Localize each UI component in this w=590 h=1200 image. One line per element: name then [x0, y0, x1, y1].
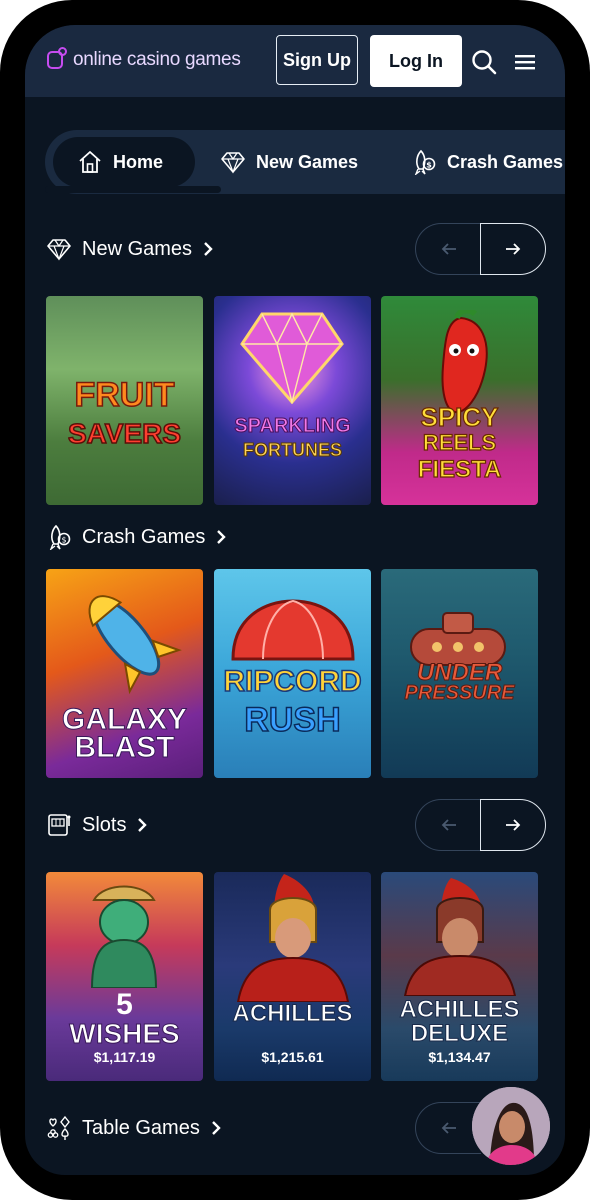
nav-item-label: New Games [256, 151, 359, 172]
game-title: ACHILLES [232, 1000, 353, 1027]
game-title: RUSH [244, 701, 342, 739]
game-card-sparkling-fortunes[interactable]: SPARKLING FORTUNES [214, 296, 371, 505]
search-icon[interactable] [471, 49, 497, 75]
avatar [472, 1087, 550, 1165]
section-header-table-games[interactable]: Table Games [46, 1113, 222, 1143]
nav-item-crash-games[interactable]: $ Crash Games [411, 137, 563, 187]
svg-text:$: $ [426, 161, 432, 170]
section-title: Crash Games [82, 525, 206, 548]
arrow-left-icon [441, 243, 456, 255]
game-title: FIESTA [417, 456, 502, 483]
chevron-right-icon [204, 242, 213, 256]
rocket-coin-icon: $ [49, 524, 71, 550]
game-card-achilles[interactable]: ACHILLES $1,215.61 [214, 872, 371, 1081]
section-header-slots[interactable]: Slots [46, 810, 148, 840]
genie-graphic [90, 885, 158, 988]
sign-up-button[interactable]: Sign Up [276, 35, 358, 85]
log-in-button[interactable]: Log In [370, 35, 462, 87]
section-title: Table Games [82, 1116, 200, 1139]
chevron-right-icon [138, 818, 148, 832]
game-card-fruit-savers[interactable]: FRUIT SAVERS [46, 296, 203, 505]
logo-text: online casino games [73, 49, 241, 70]
site-logo[interactable]: online casino games [47, 47, 241, 73]
card-suits-icon [47, 1115, 70, 1140]
slot-machine-icon [48, 814, 71, 836]
screen: online casino games Sign Up Log In Home [25, 25, 565, 1175]
section-header-new-games[interactable]: New Games [46, 234, 214, 264]
diamond-icon [221, 152, 245, 174]
gem-graphic [240, 312, 344, 404]
category-nav: Home New Games $ Crash Games [45, 130, 565, 194]
diamond-icon [47, 239, 71, 261]
section-header-crash-games[interactable]: $ Crash Games [46, 522, 227, 552]
nav-item-label: Crash Games [447, 151, 564, 172]
nav-item-new-games[interactable]: New Games [220, 137, 358, 187]
game-title: 5 [116, 988, 133, 1021]
arrow-left-icon [441, 1122, 456, 1134]
nav-item-label: Home [113, 151, 164, 172]
jackpot-amount: $1,117.19 [93, 1049, 156, 1065]
carousel-arrows-new-games [415, 223, 546, 275]
chevron-right-icon [217, 530, 227, 544]
jackpot-amount: $1,215.61 [261, 1049, 324, 1065]
arrow-left-icon [441, 819, 456, 831]
game-card-galaxy-blast[interactable]: GALAXY BLAST [46, 569, 203, 778]
carousel-arrows-slots [415, 799, 546, 851]
game-card-5-wishes[interactable]: 5 WISHES $1,117.19 [46, 872, 203, 1081]
carousel-prev-button[interactable] [415, 799, 481, 851]
game-title: SPICY [420, 402, 499, 432]
game-title: WISHES [69, 1018, 180, 1049]
arrow-right-icon [506, 819, 521, 831]
game-card-ripcord-rush[interactable]: RIPCORD RUSH [214, 569, 371, 778]
carousel-next-button[interactable] [480, 223, 546, 275]
support-chat-avatar[interactable] [472, 1087, 550, 1165]
jackpot-amount: $1,134.47 [428, 1049, 491, 1065]
warrior-graphic [403, 878, 517, 996]
game-title: ACHILLES [399, 996, 520, 1023]
game-title: PRESSURE [404, 682, 515, 704]
parachute-graphic [231, 599, 355, 661]
game-card-achilles-deluxe[interactable]: ACHILLES DELUXE $1,134.47 [381, 872, 538, 1081]
arrow-right-icon [506, 243, 521, 255]
game-title: REELS [422, 430, 497, 455]
game-title: RIPCORD [223, 665, 363, 698]
game-title: DELUXE [410, 1020, 509, 1047]
game-card-under-pressure[interactable]: UNDER PRESSURE [381, 569, 538, 778]
game-title: FORTUNES [243, 440, 343, 460]
warrior-graphic [236, 874, 350, 1002]
home-icon [79, 151, 101, 173]
nav-item-home[interactable]: Home [77, 137, 163, 187]
section-title: New Games [82, 237, 193, 260]
hamburger-menu-icon[interactable] [514, 53, 536, 71]
game-title: SAVERS [67, 418, 182, 449]
game-title: FRUIT [74, 376, 176, 414]
rocket-coin-icon: $ [414, 149, 436, 175]
carousel-next-button[interactable] [480, 799, 546, 851]
section-title: Slots [82, 813, 127, 836]
game-card-spicy-reels-fiesta[interactable]: SPICY REELS FIESTA [381, 296, 538, 505]
svg-text:$: $ [61, 536, 66, 545]
game-title: SPARKLING [234, 415, 351, 437]
nav-scrollbar[interactable] [45, 186, 221, 193]
site-header: online casino games Sign Up Log In [25, 25, 565, 97]
chevron-right-icon [211, 1121, 221, 1135]
logo-mark-icon [47, 47, 67, 69]
phone-frame: online casino games Sign Up Log In Home [0, 0, 590, 1200]
carousel-prev-button[interactable] [415, 223, 481, 275]
rocket-graphic [88, 595, 182, 695]
game-title: BLAST [74, 731, 175, 764]
